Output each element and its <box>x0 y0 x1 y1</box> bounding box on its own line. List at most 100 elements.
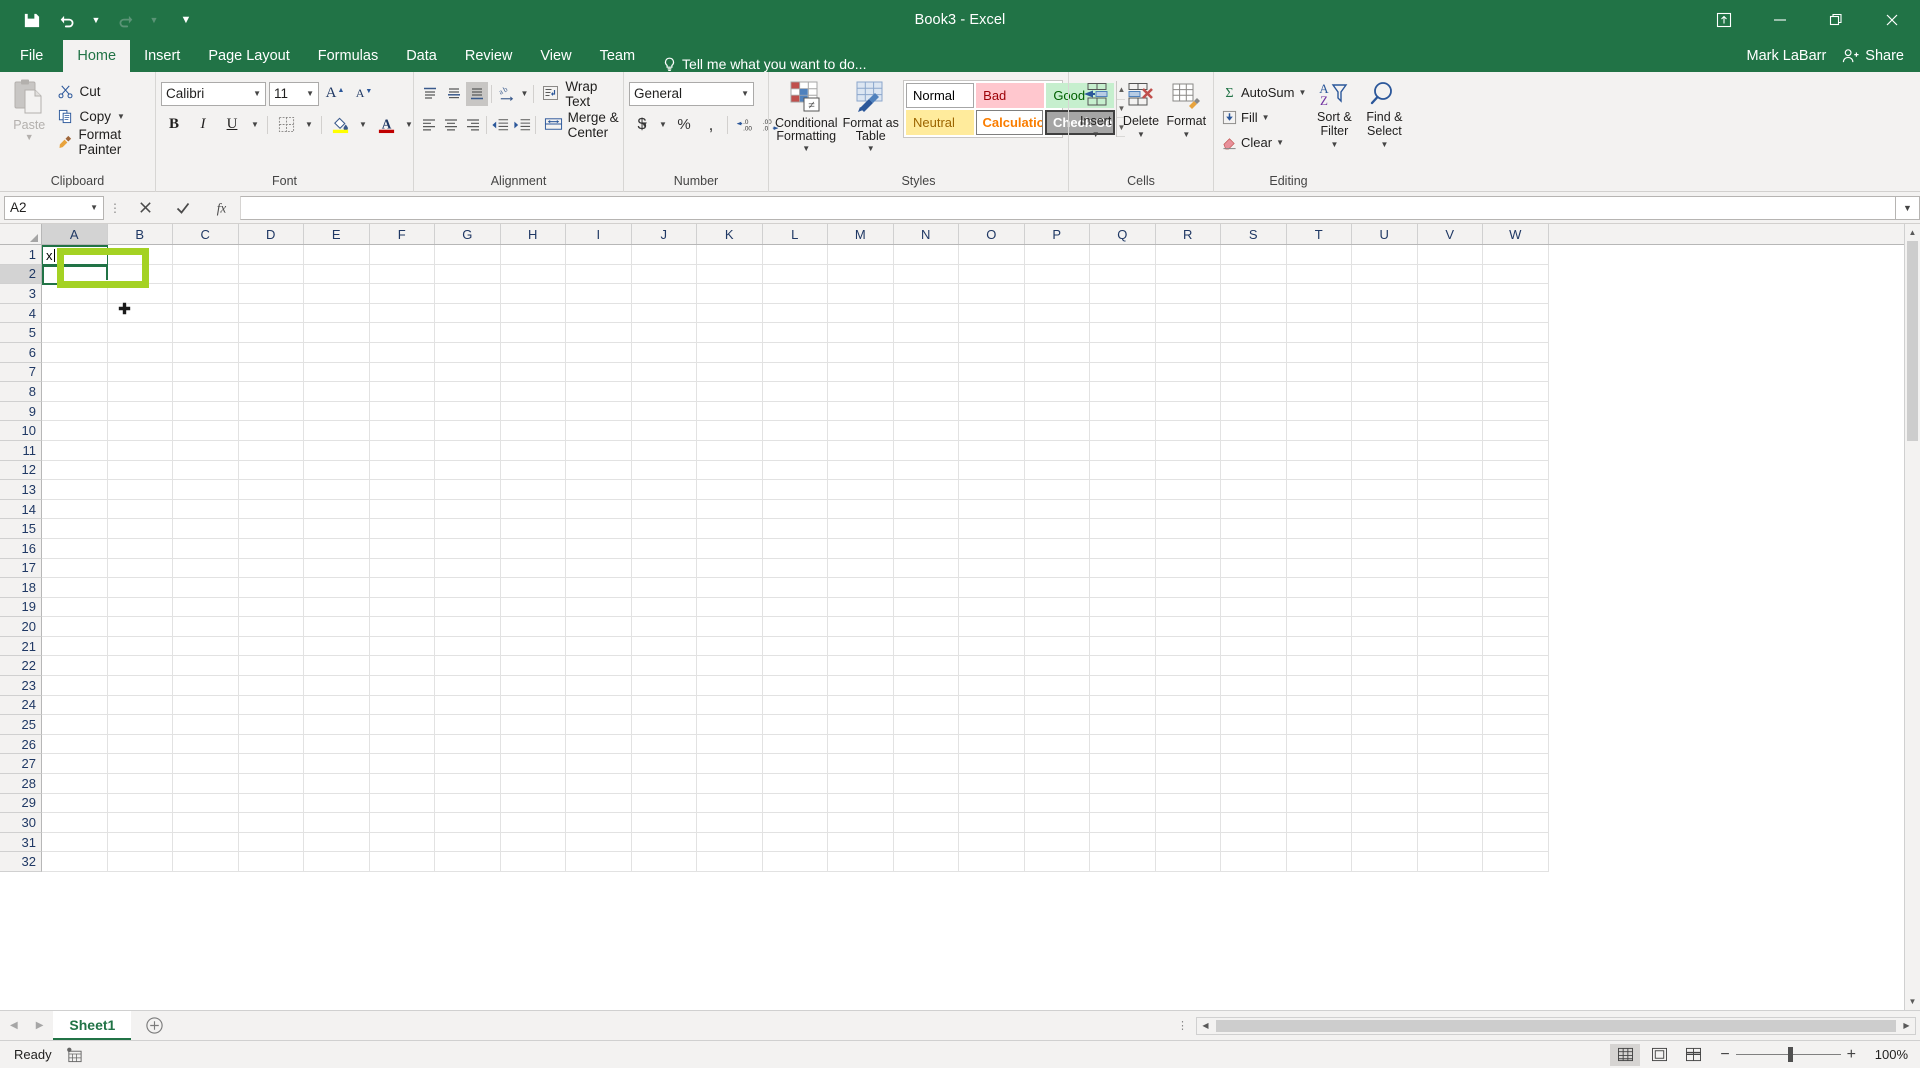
cell-A23[interactable] <box>42 421 108 441</box>
cell-B7[interactable] <box>107 734 173 755</box>
cell-U26[interactable] <box>1352 362 1418 383</box>
formula-input[interactable] <box>240 195 1896 220</box>
cell-R4[interactable] <box>1155 793 1221 814</box>
cell-F7[interactable] <box>369 734 435 755</box>
cell-I8[interactable] <box>566 715 632 735</box>
cell-I24[interactable] <box>566 401 632 422</box>
cell-P31[interactable] <box>1024 264 1090 285</box>
cell-W21[interactable] <box>1483 460 1549 481</box>
cell-Q14[interactable] <box>1090 597 1156 618</box>
column-header-A[interactable]: A <box>42 224 108 244</box>
clear-dropdown-icon[interactable]: ▼ <box>1276 138 1284 147</box>
cell-I25[interactable] <box>566 382 632 402</box>
increase-indent-button[interactable] <box>511 113 532 137</box>
cell-L23[interactable] <box>762 421 828 441</box>
cell-S16[interactable] <box>1221 558 1287 579</box>
cell-Q24[interactable] <box>1090 401 1156 422</box>
cell-H22[interactable] <box>500 440 566 461</box>
cell-I28[interactable] <box>566 323 632 343</box>
cell-L2[interactable] <box>762 832 828 853</box>
cell-V19[interactable] <box>1417 499 1483 520</box>
cut-button[interactable]: Cut <box>54 80 150 103</box>
cell-H1[interactable] <box>500 852 566 872</box>
cell-I20[interactable] <box>566 480 632 500</box>
cell-H15[interactable] <box>500 578 566 598</box>
cell-O9[interactable] <box>959 695 1025 716</box>
cell-I23[interactable] <box>566 421 632 441</box>
cell-K22[interactable] <box>697 440 763 461</box>
cell-O7[interactable] <box>959 734 1025 755</box>
cell-Q10[interactable] <box>1090 676 1156 696</box>
cell-I1[interactable] <box>566 852 632 872</box>
cell-Q21[interactable] <box>1090 460 1156 481</box>
cell-K28[interactable] <box>697 323 763 343</box>
cell-P17[interactable] <box>1024 538 1090 559</box>
cell-D22[interactable] <box>238 440 304 461</box>
cell-V6[interactable] <box>1417 754 1483 775</box>
paste-button[interactable]: Paste ▼ <box>5 76 54 142</box>
cell-R2[interactable] <box>1155 832 1221 853</box>
cell-L26[interactable] <box>762 362 828 383</box>
format-dropdown-icon[interactable]: ▼ <box>1182 128 1190 141</box>
cell-M27[interactable] <box>828 342 894 363</box>
cell-P28[interactable] <box>1024 323 1090 343</box>
column-header-C[interactable]: C <box>173 224 239 244</box>
customize-quick-access-icon[interactable]: ▼ <box>176 5 196 35</box>
cell-Q32[interactable] <box>1090 245 1156 265</box>
cell-Q1[interactable] <box>1090 852 1156 872</box>
cell-T13[interactable] <box>1286 617 1352 637</box>
share-button[interactable]: Share <box>1834 40 1920 72</box>
fill-button[interactable]: Fill ▼ <box>1219 105 1309 129</box>
row-header-26[interactable]: 26 <box>0 734 42 755</box>
cell-D12[interactable] <box>238 636 304 657</box>
cell-C21[interactable] <box>173 460 239 481</box>
cell-G22[interactable] <box>435 440 501 461</box>
row-header-3[interactable]: 3 <box>0 284 42 304</box>
cell-N1[interactable] <box>893 852 959 872</box>
row-header-17[interactable]: 17 <box>0 558 42 579</box>
cell-W29[interactable] <box>1483 303 1549 324</box>
cell-N8[interactable] <box>893 715 959 735</box>
cell-V20[interactable] <box>1417 480 1483 500</box>
cell-A2-selection[interactable] <box>42 265 109 286</box>
accounting-format-button[interactable]: $ <box>629 113 655 137</box>
cell-K21[interactable] <box>697 460 763 481</box>
cell-T19[interactable] <box>1286 499 1352 520</box>
cell-I2[interactable] <box>566 832 632 853</box>
cell-D32[interactable] <box>238 245 304 265</box>
align-middle-button[interactable] <box>442 82 464 106</box>
cell-V5[interactable] <box>1417 774 1483 794</box>
cell-L27[interactable] <box>762 342 828 363</box>
cell-B18[interactable] <box>107 519 173 539</box>
cell-I13[interactable] <box>566 617 632 637</box>
undo-icon[interactable] <box>50 5 84 35</box>
cell-N23[interactable] <box>893 421 959 441</box>
cell-N26[interactable] <box>893 362 959 383</box>
cell-P3[interactable] <box>1024 813 1090 833</box>
cell-N17[interactable] <box>893 538 959 559</box>
cell-Q18[interactable] <box>1090 519 1156 539</box>
cell-H21[interactable] <box>500 460 566 481</box>
cell-H6[interactable] <box>500 754 566 775</box>
vertical-scroll-thumb[interactable] <box>1907 241 1918 441</box>
cell-E31[interactable] <box>304 264 370 285</box>
cell-M5[interactable] <box>828 774 894 794</box>
cell-N2[interactable] <box>893 832 959 853</box>
cell-D1[interactable] <box>238 852 304 872</box>
cell-M10[interactable] <box>828 676 894 696</box>
row-header-16[interactable]: 16 <box>0 538 42 559</box>
cell-L28[interactable] <box>762 323 828 343</box>
cell-B32[interactable] <box>107 245 173 265</box>
cell-N29[interactable] <box>893 303 959 324</box>
cell-R30[interactable] <box>1155 284 1221 304</box>
column-header-E[interactable]: E <box>304 224 370 244</box>
format-cells-button[interactable]: Format ▼ <box>1165 80 1208 141</box>
cell-O12[interactable] <box>959 636 1025 657</box>
cell-S11[interactable] <box>1221 656 1287 677</box>
horizontal-scrollbar[interactable]: ◀ ▶ <box>1196 1016 1916 1035</box>
cell-K7[interactable] <box>697 734 763 755</box>
column-header-O[interactable]: O <box>959 224 1025 244</box>
scroll-left-icon[interactable]: ◀ <box>1197 1021 1214 1030</box>
row-header-29[interactable]: 29 <box>0 793 42 814</box>
cell-Q15[interactable] <box>1090 578 1156 598</box>
